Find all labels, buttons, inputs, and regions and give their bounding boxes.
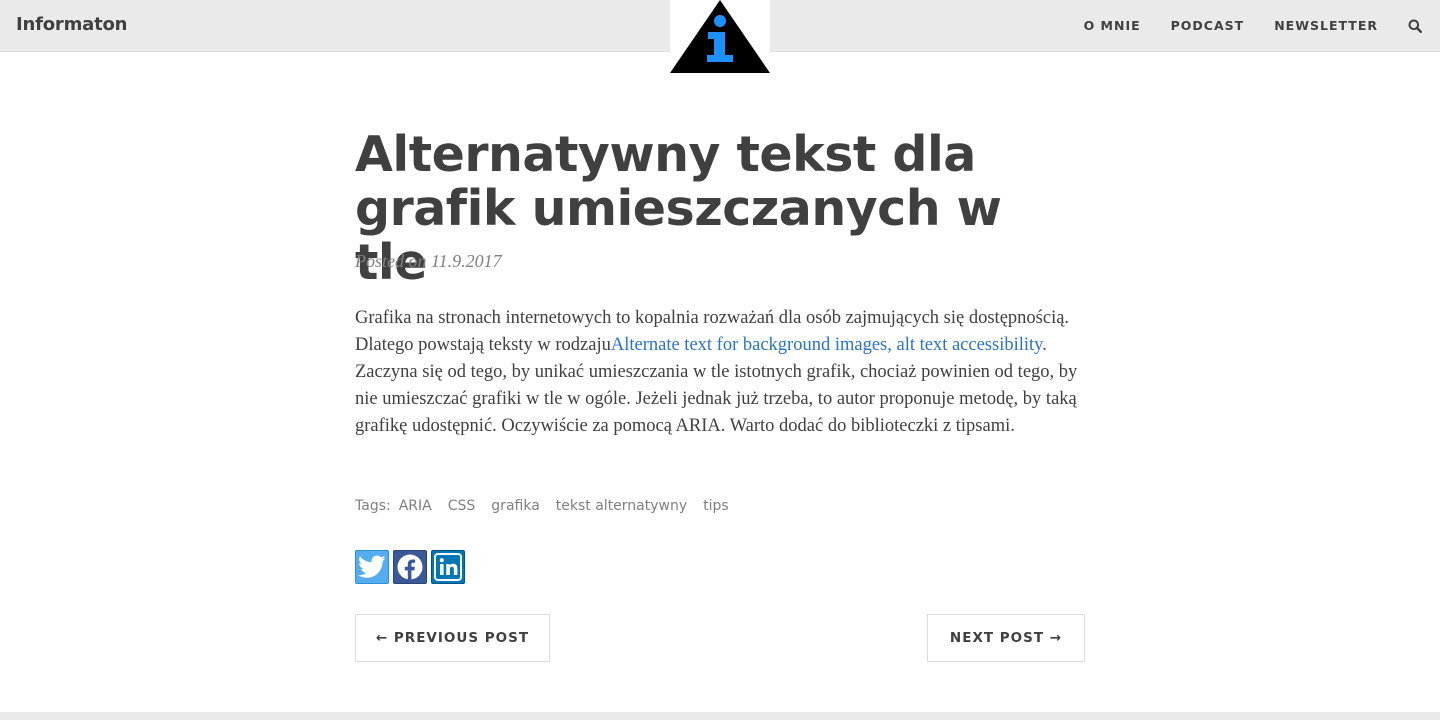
search-icon[interactable]	[1406, 17, 1424, 35]
tags-label: Tags:	[355, 498, 391, 514]
facebook-icon[interactable]	[393, 550, 427, 584]
nav-item-o-mnie[interactable]: O MNIE	[1084, 18, 1141, 33]
tag-link[interactable]: CSS	[448, 498, 476, 514]
brand-link[interactable]: Informaton	[16, 14, 127, 35]
tag-link[interactable]: grafika	[491, 498, 539, 514]
footer-strip	[0, 712, 1440, 720]
tag-link[interactable]: tips	[703, 498, 729, 514]
post-body: Grafika na stronach internetowych to kop…	[355, 305, 1085, 440]
previous-post-button[interactable]: ← PREVIOUS POST	[355, 614, 550, 662]
share-buttons	[355, 550, 469, 584]
post-meta: Posted on 11.9.2017	[355, 251, 502, 271]
linkedin-icon[interactable]	[431, 550, 465, 584]
tag-link[interactable]: tekst alternatywny	[556, 498, 687, 514]
nav-item-podcast[interactable]: PODCAST	[1171, 18, 1245, 33]
tags: Tags: ARIA CSS grafika tekst alternatywn…	[355, 498, 729, 514]
info-triangle-logo[interactable]	[670, 0, 770, 75]
tag-link[interactable]: ARIA	[399, 498, 432, 514]
next-post-button[interactable]: NEXT POST →	[927, 614, 1085, 662]
twitter-icon[interactable]	[355, 550, 389, 584]
post-body-link[interactable]: Alternate text for background images, al…	[611, 335, 1042, 355]
nav-item-newsletter[interactable]: NEWSLETTER	[1274, 18, 1378, 33]
nav-links: O MNIE PODCAST NEWSLETTER	[1054, 0, 1440, 51]
